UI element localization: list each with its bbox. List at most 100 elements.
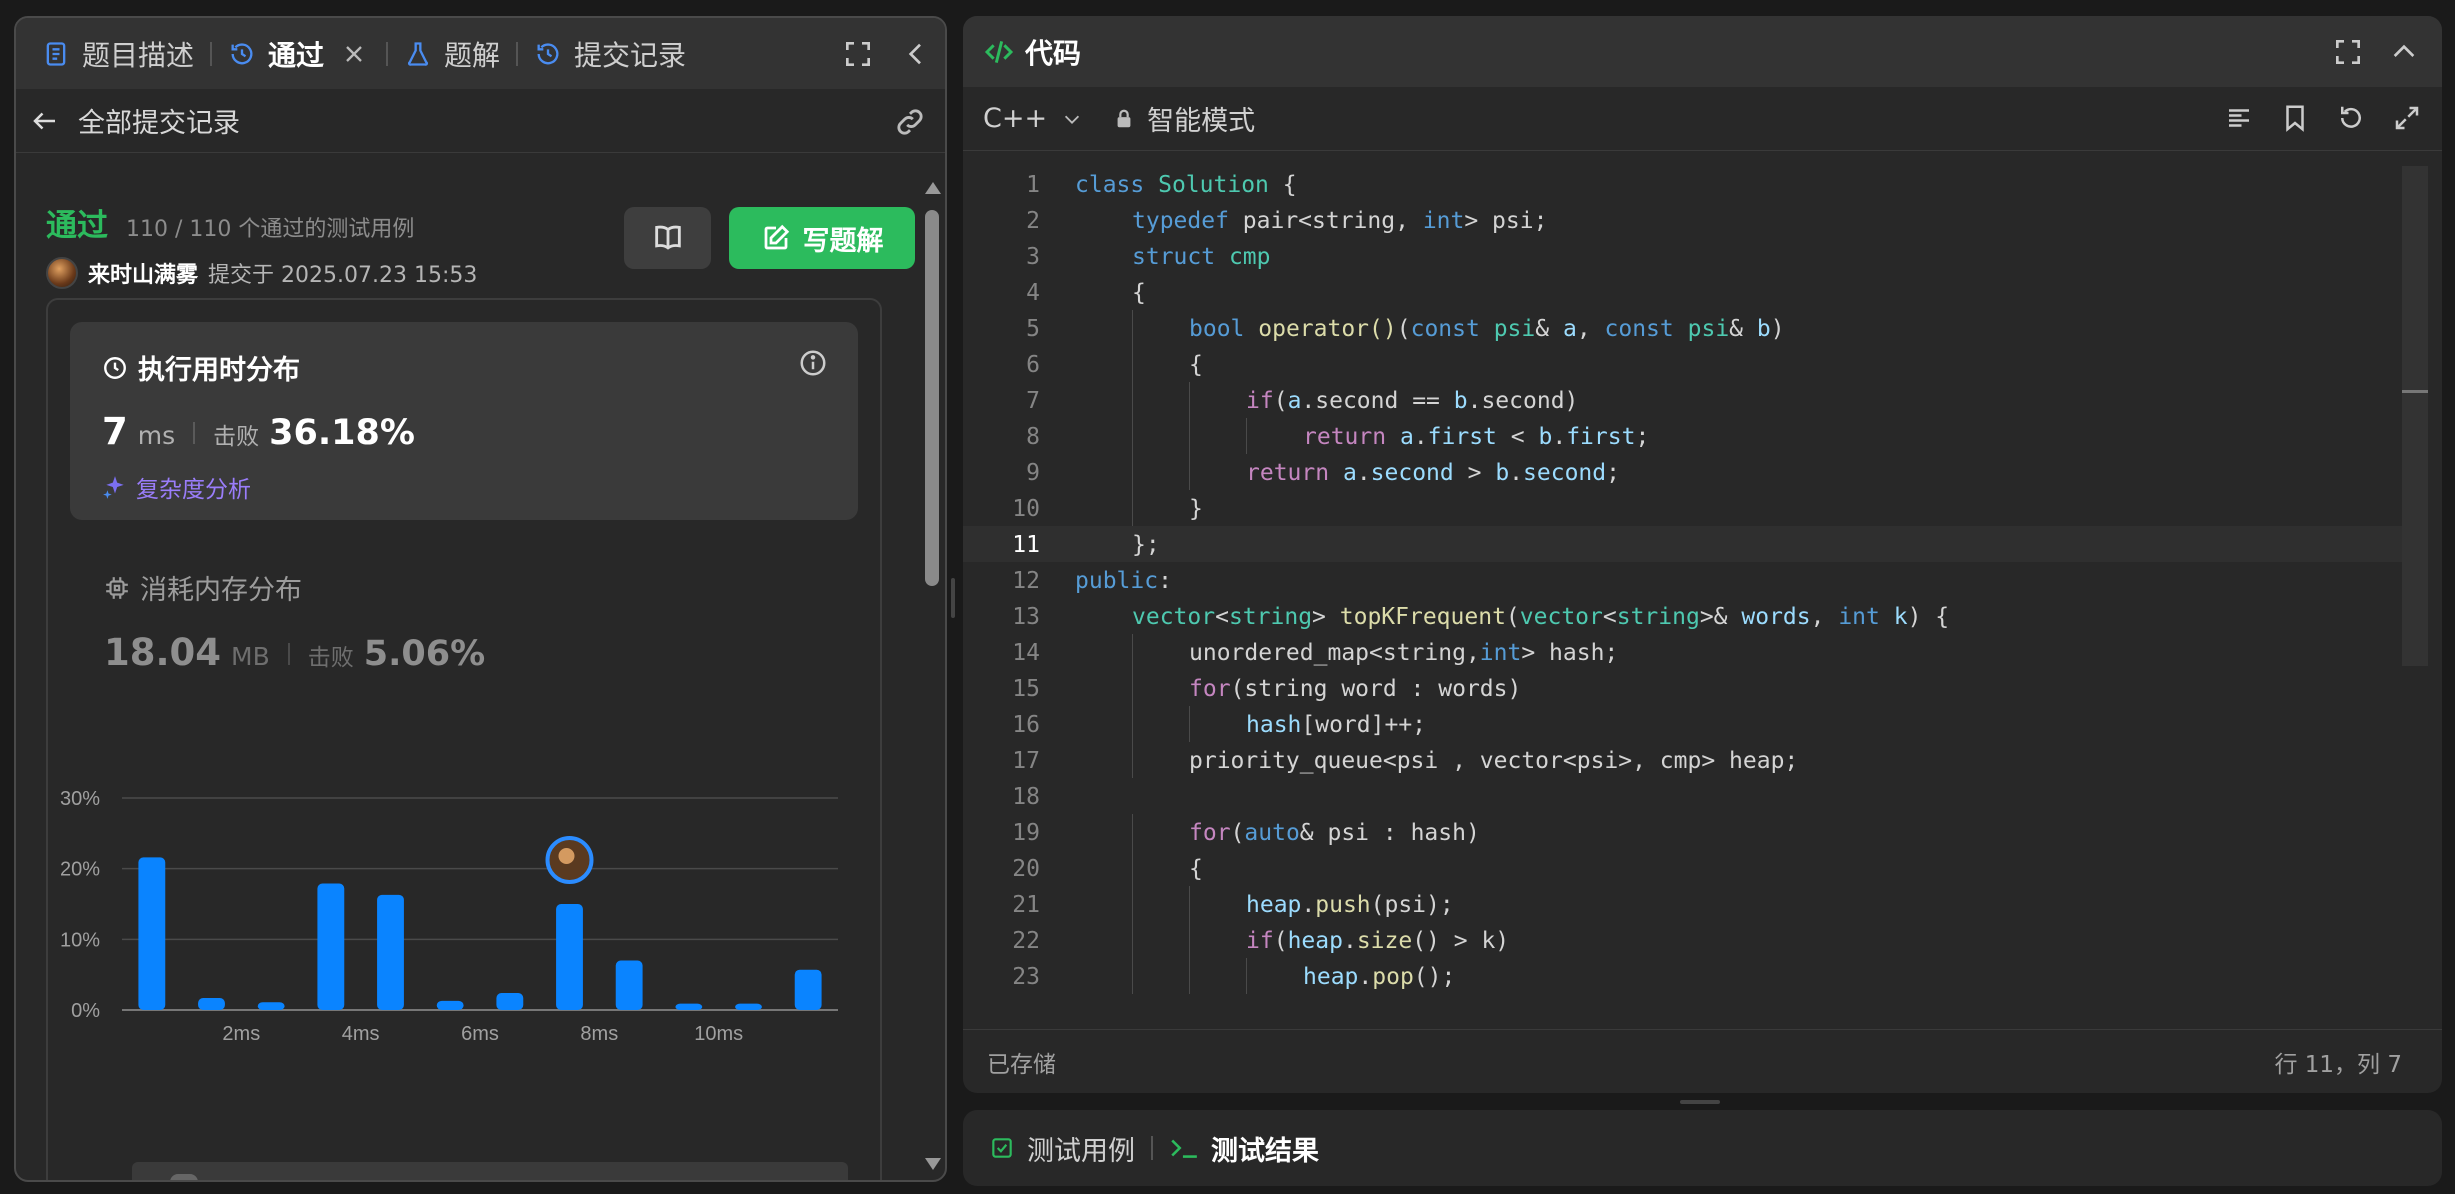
username[interactable]: 来时山满雾: [88, 257, 198, 289]
history-icon: [537, 42, 559, 64]
code-line[interactable]: 7 if(a.second == b.second): [963, 382, 2408, 418]
close-icon: [346, 45, 362, 62]
chart-bar[interactable]: [138, 857, 166, 1010]
left-tab-bar: 题目描述 通过 题解 提交记录: [16, 18, 945, 89]
code-line[interactable]: 19 for(auto& psi : hash): [963, 814, 2408, 850]
chart-bar[interactable]: [675, 1003, 703, 1010]
code-line[interactable]: 5 bool operator()(const psi& a, const psi…: [963, 310, 2408, 346]
editor-scrollbar[interactable]: [2402, 166, 2428, 666]
code-line[interactable]: 13 vector<string> topKFrequent(vector<str…: [963, 598, 2408, 634]
bookmark-icon[interactable]: [2280, 103, 2310, 133]
indent-guide: [1132, 490, 1133, 526]
chart-bar[interactable]: [615, 960, 643, 1010]
language-select[interactable]: C++: [983, 103, 1083, 134]
code-line[interactable]: 3 struct cmp: [963, 238, 2408, 274]
notes-button[interactable]: [624, 207, 711, 269]
indent-guide: [1132, 814, 1133, 850]
tab-submissions[interactable]: 提交记录: [530, 18, 702, 89]
line-number: 22: [1012, 928, 1040, 954]
code-line[interactable]: 8 return a.first < b.first;: [963, 418, 2408, 454]
scroll-thumb[interactable]: [925, 210, 939, 586]
smart-mode-toggle[interactable]: 智能模式: [1113, 99, 1255, 138]
code-line[interactable]: 15 for(string word : words): [963, 670, 2408, 706]
code-text: for(string word : words): [1189, 676, 1522, 702]
code-line[interactable]: 10}: [963, 490, 2408, 526]
code-text: unordered_map<string,int> hash;: [1189, 640, 1619, 666]
runtime-value: 7 ms 击败 36.18%: [102, 410, 415, 453]
indent-guide: [1246, 958, 1247, 994]
code-line[interactable]: 18: [963, 778, 2408, 814]
tab-solutions[interactable]: 题解: [400, 18, 516, 89]
chart-bar[interactable]: [794, 969, 822, 1010]
chart-scrollbar[interactable]: [132, 1162, 848, 1180]
code-line[interactable]: 17 priority_queue<psi , vector<psi>, cmp>…: [963, 742, 2408, 778]
code-line[interactable]: 12 public:: [963, 562, 2408, 598]
code-area[interactable]: 1 class Solution {2 typedef pair<string, i…: [963, 166, 2442, 1021]
tab-accepted[interactable]: 通过: [224, 18, 340, 89]
format-icon[interactable]: [2224, 103, 2254, 133]
chart-scroll-thumb[interactable]: [170, 1174, 198, 1180]
memory-mb: 18.04: [104, 631, 222, 674]
link-icon[interactable]: [893, 105, 927, 139]
memory-section[interactable]: 消耗内存分布 18.04 MB 击败 5.06%: [104, 568, 485, 674]
code-line[interactable]: 23 heap.pop();: [963, 958, 2408, 994]
tab-test-cases[interactable]: 测试用例: [989, 1110, 1135, 1186]
avatar[interactable]: [46, 257, 78, 289]
runtime-distribution-chart[interactable]: 30% 20% 10% 0% 2ms 4ms 6ms 8ms 10ms: [48, 770, 884, 1070]
chart-bar[interactable]: [198, 997, 225, 1010]
beat-label: 击败: [307, 645, 354, 671]
code-line[interactable]: 22 if(heap.size() > k): [963, 922, 2408, 958]
code-line[interactable]: 9 return a.second > b.second;: [963, 454, 2408, 490]
runtime-card[interactable]: 执行用时分布 7 ms 击败 36.18% 复杂度分析: [70, 322, 858, 520]
write-solution-button[interactable]: 写题解: [729, 207, 915, 269]
vertical-resize-handle[interactable]: [1680, 1100, 1720, 1104]
chart-bar[interactable]: [257, 1002, 285, 1010]
tab-test-results[interactable]: 测试结果: [1169, 1110, 1319, 1186]
chart-bar[interactable]: [556, 904, 583, 1010]
scroll-up-arrow[interactable]: [925, 182, 941, 194]
divider: [287, 643, 290, 665]
panel-scrollbar[interactable]: [923, 178, 941, 1178]
code-line[interactable]: 6{: [963, 346, 2408, 382]
indent-guide: [1132, 382, 1133, 418]
maximize-icon[interactable]: [2332, 36, 2364, 68]
arrow-left-icon[interactable]: [30, 106, 60, 136]
maximize-icon[interactable]: [842, 38, 874, 70]
code-line[interactable]: 14 unordered_map<string,int> hash;: [963, 634, 2408, 670]
code-line[interactable]: 16 hash[word]++;: [963, 706, 2408, 742]
indent-guide: [1189, 454, 1190, 490]
mode-label: 智能模式: [1147, 106, 1256, 137]
chart-bar[interactable]: [496, 993, 524, 1010]
chart-bar[interactable]: [317, 883, 345, 1010]
runtime-heading: 执行用时分布: [102, 348, 300, 387]
code-line[interactable]: 21 heap.push(psi);: [963, 886, 2408, 922]
code-text: class Solution {: [1075, 172, 1297, 198]
code-line[interactable]: 1 class Solution {: [963, 166, 2408, 202]
code-line[interactable]: 4{: [963, 274, 2408, 310]
tab-close-button[interactable]: [340, 18, 386, 89]
chart-bar[interactable]: [377, 894, 404, 1010]
indent-guide: [1132, 958, 1133, 994]
code-line[interactable]: 20 {: [963, 850, 2408, 886]
document-icon: [46, 41, 66, 66]
collapse-left-icon[interactable]: [900, 38, 932, 70]
performance-section: 执行用时分布 7 ms 击败 36.18% 复杂度分析 消耗内存分布 18.04: [46, 298, 884, 1180]
scroll-down-arrow[interactable]: [925, 1158, 941, 1170]
chart-bar[interactable]: [735, 1003, 762, 1010]
line-number: 11: [1012, 532, 1040, 558]
code-line[interactable]: 2 typedef pair<string, int> psi;: [963, 202, 2408, 238]
panel-resize-handle[interactable]: [951, 578, 955, 618]
reset-icon[interactable]: [2336, 103, 2366, 133]
chart-bar[interactable]: [436, 1000, 464, 1010]
code-line[interactable]: 11};: [963, 526, 2408, 562]
x-tick-label: 8ms: [580, 1023, 618, 1045]
line-number: 6: [1026, 352, 1040, 378]
tab-description[interactable]: 题目描述: [38, 18, 210, 89]
fullscreen-icon[interactable]: [2392, 103, 2422, 133]
back-title[interactable]: 全部提交记录: [78, 101, 240, 140]
info-icon[interactable]: [798, 348, 828, 378]
complexity-analysis-link[interactable]: 复杂度分析: [102, 470, 251, 504]
line-number: 13: [1012, 604, 1040, 630]
collapse-up-icon[interactable]: [2388, 36, 2420, 68]
indent-guide: [1132, 310, 1133, 346]
